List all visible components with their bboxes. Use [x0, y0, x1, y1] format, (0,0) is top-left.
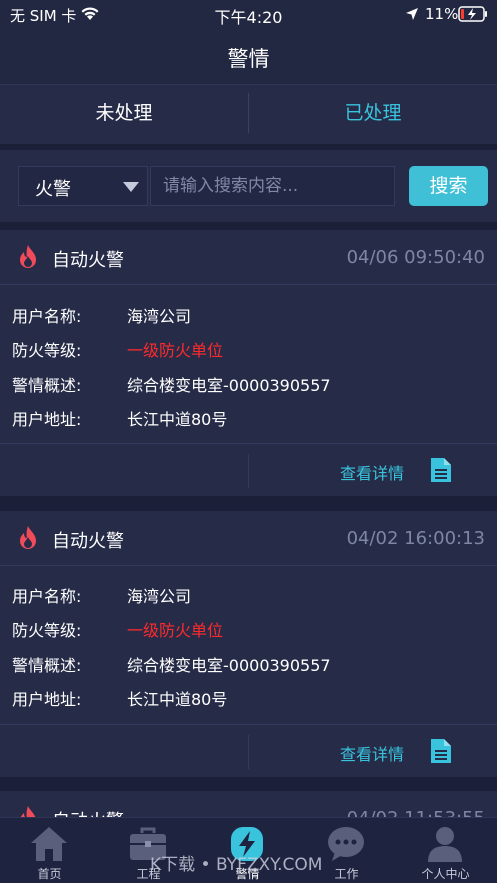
- status-bar: 无 SIM 卡 下午4:20 11%: [0, 0, 497, 28]
- flame-icon: [20, 526, 36, 549]
- fire-level-label: 防火等级:: [12, 341, 82, 360]
- footer-divider: [248, 735, 249, 769]
- nav-bar: 警情: [0, 28, 497, 84]
- user-name-value: 海湾公司: [127, 587, 192, 606]
- alert-card-header: 自动火警 04/06 09:50:40: [0, 230, 497, 285]
- page-title: 警情: [227, 47, 270, 71]
- location-arrow-icon: [406, 8, 418, 20]
- tab-unprocessed[interactable]: 未处理: [0, 85, 248, 145]
- watermark: K下载 • BYFZXY.COM: [150, 855, 323, 875]
- chat-icon: [328, 827, 364, 861]
- view-detail-link[interactable]: 查看详情: [340, 460, 404, 484]
- alert-card-footer: 查看详情: [0, 724, 497, 777]
- status-tabs: 未处理 已处理: [0, 84, 497, 144]
- fire-level-value: 一级防火单位: [127, 621, 224, 640]
- tab-processed[interactable]: 已处理: [249, 85, 497, 145]
- tabbar-label: 个人中心: [421, 867, 470, 881]
- user-name-value: 海湾公司: [127, 307, 192, 326]
- alarm-type-select[interactable]: 火警: [18, 166, 148, 206]
- summary-value: 综合楼变电室-0000390557: [127, 376, 331, 395]
- alert-type: 自动火警: [52, 250, 124, 271]
- summary-label: 警情概述:: [12, 656, 82, 675]
- address-value: 长江中道80号: [127, 690, 228, 709]
- alert-card-footer: 查看详情: [0, 443, 497, 496]
- address-value: 长江中道80号: [127, 410, 228, 429]
- fire-level-value: 一级防火单位: [127, 341, 224, 360]
- search-input[interactable]: [150, 166, 395, 206]
- alert-type: 自动火警: [52, 531, 124, 552]
- caret-down-icon: [123, 182, 139, 192]
- alert-card-header: 自动火警 04/02 16:00:13: [0, 511, 497, 566]
- search-button[interactable]: 搜索: [409, 166, 488, 206]
- search-bar: 火警 搜索: [0, 150, 497, 222]
- tabbar-item-home[interactable]: 首页: [0, 818, 99, 883]
- user-name-label: 用户名称:: [12, 587, 82, 606]
- alert-card: 自动火警 04/06 09:50:40 用户名称: 海湾公司 防火等级: 一级防…: [0, 230, 497, 496]
- document-icon[interactable]: [430, 738, 452, 764]
- alert-time: 04/06 09:50:40: [346, 247, 485, 268]
- battery-percent: 11%: [425, 5, 459, 23]
- address-label: 用户地址:: [12, 410, 82, 429]
- tabbar-item-profile[interactable]: 个人中心: [396, 818, 495, 883]
- fire-level-label: 防火等级:: [12, 621, 82, 640]
- battery-icon: [458, 6, 487, 22]
- address-label: 用户地址:: [12, 690, 82, 709]
- home-icon: [31, 827, 67, 861]
- summary-value: 综合楼变电室-0000390557: [127, 656, 331, 675]
- status-time: 下午4:20: [214, 8, 283, 27]
- alert-card: 自动火警 04/02 16:00:13 用户名称: 海湾公司 防火等级: 一级防…: [0, 511, 497, 777]
- footer-divider: [248, 454, 249, 488]
- tabbar-label: 首页: [37, 867, 62, 881]
- user-name-label: 用户名称:: [12, 307, 82, 326]
- alarm-type-value: 火警: [35, 179, 71, 200]
- summary-label: 警情概述:: [12, 376, 82, 395]
- document-icon[interactable]: [430, 457, 452, 483]
- view-detail-link[interactable]: 查看详情: [340, 741, 404, 765]
- alert-time: 04/02 16:00:13: [346, 528, 485, 549]
- person-icon: [428, 827, 462, 862]
- flame-icon: [20, 245, 36, 268]
